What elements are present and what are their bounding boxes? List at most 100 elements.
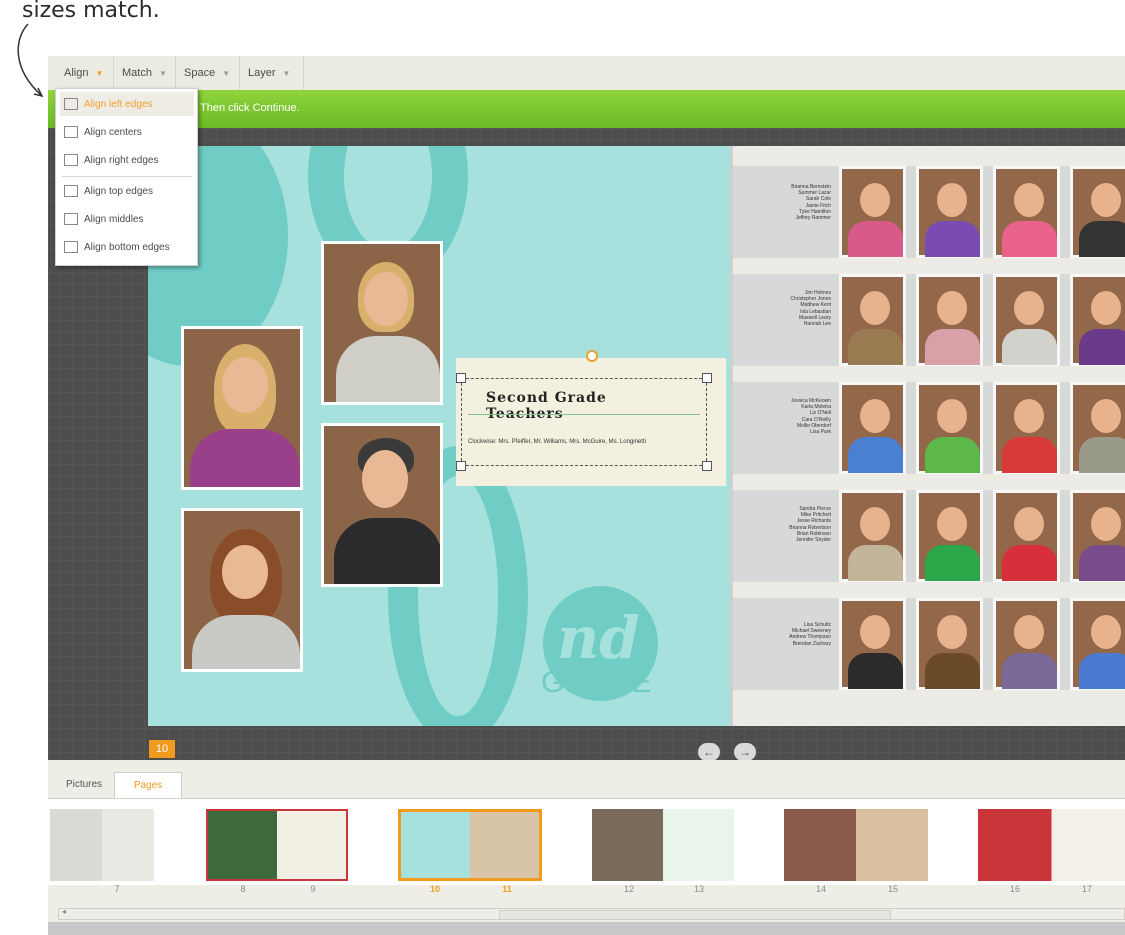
- resize-handle[interactable]: [456, 373, 466, 383]
- align-middle-icon: [64, 213, 78, 225]
- menu-space[interactable]: Space ▼: [176, 56, 240, 90]
- student-names: Brianna Bernstein Summer Lazar Sarah Cole J…: [791, 184, 831, 222]
- right-page[interactable]: Brianna Bernstein Summer Lazar Sarah Cole J…: [730, 146, 1125, 726]
- student-photo[interactable]: [1070, 274, 1125, 366]
- rotate-handle[interactable]: [586, 350, 598, 362]
- left-page[interactable]: Second Grade Teachers Clockwise: Mrs. Pf…: [148, 146, 730, 726]
- menu-space-label: Space: [184, 67, 216, 79]
- menu-item-align-right-edges[interactable]: Align right edges: [60, 148, 194, 172]
- teacher-photo[interactable]: [321, 423, 443, 587]
- student-photo[interactable]: [993, 490, 1060, 582]
- menu-bar: Align ▼ Match ▼ Space ▼ Layer ▼: [48, 56, 1125, 91]
- page-thumbnail[interactable]: [206, 809, 348, 881]
- teacher-photo[interactable]: [181, 326, 303, 490]
- logo-mark: nd: [557, 604, 640, 672]
- resize-handle[interactable]: [702, 373, 712, 383]
- student-photo[interactable]: [916, 490, 983, 582]
- menu-item-label: Align top edges: [84, 185, 153, 197]
- menu-item-align-centers[interactable]: Align centers: [60, 120, 194, 144]
- menu-match-label: Match: [122, 67, 152, 79]
- student-photo[interactable]: [916, 382, 983, 474]
- menu-item-label: Align centers: [84, 126, 142, 138]
- scrollbar-thumb[interactable]: [499, 910, 891, 920]
- chevron-down-icon: ▼: [222, 68, 231, 78]
- student-photo[interactable]: [1070, 598, 1125, 690]
- caption-body: Clockwise: Mrs. Pfeiffer, Mr. Williams, …: [468, 439, 646, 445]
- student-names: Sandra Pierce Mike Pritchett Jesse Richard…: [789, 506, 831, 544]
- page-number-label: 17: [1081, 884, 1092, 894]
- menu-match[interactable]: Match ▼: [114, 56, 176, 90]
- student-photo[interactable]: [839, 166, 906, 258]
- menu-item-label: Align right edges: [84, 154, 159, 166]
- align-dropdown-menu: Align left edges Align centers Align rig…: [55, 88, 198, 266]
- student-photo[interactable]: [916, 274, 983, 366]
- menu-divider: [62, 176, 192, 177]
- thumbnail-strip: 7 8 9 10 11 12 13 14 15 16 17: [48, 798, 1125, 894]
- caption-textbox[interactable]: Second Grade Teachers Clockwise: Mrs. Pf…: [456, 350, 726, 486]
- student-row: Jim Holmes Christopher Jones Matthew Kent I…: [733, 274, 1125, 366]
- chevron-down-icon: ▼: [95, 68, 104, 78]
- menu-item-label: Align middles: [84, 213, 144, 225]
- student-photo[interactable]: [1070, 382, 1125, 474]
- student-photo[interactable]: [839, 598, 906, 690]
- page-number-label-selected: 10: [429, 884, 440, 894]
- next-page-button[interactable]: →: [734, 743, 756, 761]
- menu-item-align-middles[interactable]: Align middles: [60, 207, 194, 231]
- student-photo[interactable]: [993, 166, 1060, 258]
- divider: [468, 414, 700, 415]
- menu-item-align-left-edges[interactable]: Align left edges: [60, 92, 194, 116]
- align-bottom-icon: [64, 241, 78, 253]
- status-bar: [48, 922, 1125, 935]
- logo-word: GRADE: [541, 666, 653, 699]
- scroll-left-icon[interactable]: ◂: [62, 907, 66, 916]
- chevron-down-icon: ▼: [158, 68, 167, 78]
- curved-arrow-icon: [17, 23, 44, 98]
- teacher-photo[interactable]: [181, 508, 303, 672]
- student-photo[interactable]: [916, 598, 983, 690]
- caption-title: Second Grade Teachers: [486, 390, 607, 422]
- horizontal-scrollbar[interactable]: ◂: [58, 907, 1125, 920]
- menu-align[interactable]: Align ▼: [56, 56, 114, 90]
- teacher-photo[interactable]: [321, 241, 443, 405]
- student-photo[interactable]: [993, 382, 1060, 474]
- tab-pages[interactable]: Pages: [114, 772, 182, 798]
- student-photo[interactable]: [1070, 166, 1125, 258]
- prev-page-button[interactable]: ←: [698, 743, 720, 761]
- page-thumbnail[interactable]: [50, 809, 154, 881]
- tab-pictures[interactable]: Pictures: [54, 772, 114, 798]
- page-thumbnail[interactable]: [592, 809, 734, 881]
- align-left-icon: [64, 98, 78, 110]
- page-number-label: 15: [887, 884, 898, 894]
- page-number-label: 12: [623, 884, 634, 894]
- resize-handle[interactable]: [702, 461, 712, 471]
- menu-item-align-top-edges[interactable]: Align top edges: [60, 179, 194, 203]
- page-number-label: 14: [815, 884, 826, 894]
- student-row: Sandra Pierce Mike Pritchett Jesse Richard…: [733, 490, 1125, 582]
- menu-layer[interactable]: Layer ▼: [240, 56, 304, 90]
- page-thumbnail[interactable]: [784, 809, 928, 881]
- align-top-icon: [64, 185, 78, 197]
- student-photo[interactable]: [916, 166, 983, 258]
- page-thumbnail-selected[interactable]: [398, 809, 542, 881]
- student-photo[interactable]: [993, 274, 1060, 366]
- student-photo[interactable]: [839, 274, 906, 366]
- student-row: Jessica McKeown Karla Moletra Liz O'Neil Ca…: [733, 382, 1125, 474]
- student-names: Lisa Schultz Michael Sweeney Andrew Thomps…: [789, 622, 831, 647]
- resize-handle[interactable]: [456, 461, 466, 471]
- student-photo[interactable]: [839, 382, 906, 474]
- student-photo[interactable]: [1070, 490, 1125, 582]
- student-row: Brianna Bernstein Summer Lazar Sarah Cole J…: [733, 166, 1125, 258]
- student-photo[interactable]: [993, 598, 1060, 690]
- instruction-text: Then click Continue.: [200, 102, 300, 114]
- menu-item-align-bottom-edges[interactable]: Align bottom edges: [60, 235, 194, 259]
- page-thumbnail[interactable]: [978, 809, 1125, 881]
- student-photo[interactable]: [839, 490, 906, 582]
- page-number-label-selected: 11: [502, 884, 512, 894]
- instruction-bar: Then click Continue.: [48, 90, 1125, 128]
- page-number-badge: 10: [149, 740, 175, 758]
- menu-item-label: Align left edges: [84, 98, 153, 110]
- student-names: Jim Holmes Christopher Jones Matthew Kent I…: [790, 290, 831, 328]
- page-number-label: 13: [693, 884, 704, 894]
- page-number-label: 7: [114, 884, 120, 894]
- student-names: Jessica McKeown Karla Moletra Liz O'Neil Ca…: [790, 398, 831, 436]
